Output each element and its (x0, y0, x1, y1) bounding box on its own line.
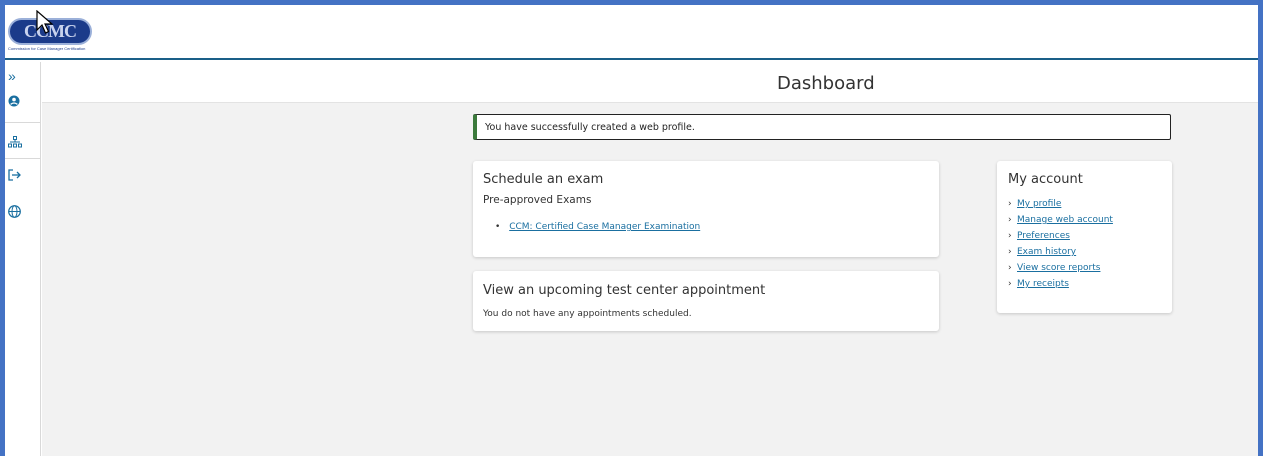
page-title: Dashboard (777, 73, 875, 94)
account-links: › My profile › Manage web account › Prefere… (1008, 196, 1113, 292)
user-icon[interactable] (5, 92, 41, 112)
preferences-link[interactable]: Preferences (1017, 231, 1070, 241)
sidebar-divider (5, 122, 41, 123)
success-alert: You have successfully created a web prof… (473, 114, 1171, 140)
exam-link-ccm[interactable]: CCM: Certified Case Manager Examination (509, 222, 700, 232)
appointment-card: View an upcoming test center appointment… (473, 271, 939, 331)
appointment-message: You do not have any appointments schedul… (483, 309, 692, 319)
card-title: View an upcoming test center appointment (483, 283, 766, 298)
account-link-item: › Exam history (1008, 244, 1113, 260)
exam-history-link[interactable]: Exam history (1017, 247, 1076, 257)
my-receipts-link[interactable]: My receipts (1017, 279, 1069, 289)
bullet: • (495, 222, 501, 232)
my-profile-link[interactable]: My profile (1017, 199, 1061, 209)
alert-message: You have successfully created a web prof… (485, 122, 695, 133)
account-link-item: › Preferences (1008, 228, 1113, 244)
account-link-item: › My receipts (1008, 276, 1113, 292)
view-score-reports-link[interactable]: View score reports (1017, 263, 1100, 273)
account-link-item: › View score reports (1008, 260, 1113, 276)
sidebar: » (5, 62, 41, 456)
chevron-right-icon: › (1008, 215, 1012, 225)
my-account-card: My account › My profile › Manage web accou… (997, 161, 1172, 313)
main-content: Dashboard You have successfully created … (42, 62, 1258, 456)
globe-icon[interactable] (5, 202, 41, 222)
mouse-cursor-icon (36, 10, 54, 34)
logo-subtitle: Commission for Case Manager Certificatio… (8, 46, 86, 51)
top-bar: CCMC Commission for Case Manager Certifi… (5, 5, 1258, 60)
sitemap-icon[interactable] (5, 132, 41, 152)
card-title: Schedule an exam (483, 172, 604, 187)
account-link-item: › My profile (1008, 196, 1113, 212)
account-link-item: › Manage web account (1008, 212, 1113, 228)
sidebar-divider (5, 158, 41, 159)
chevron-right-icon: › (1008, 263, 1012, 273)
expand-sidebar-icon[interactable]: » (5, 66, 41, 86)
list-item: • CCM: Certified Case Manager Examinatio… (495, 222, 700, 232)
schedule-exam-card: Schedule an exam Pre-approved Exams • CC… (473, 161, 939, 257)
card-subtitle: Pre-approved Exams (483, 194, 592, 206)
chevron-right-icon: › (1008, 247, 1012, 257)
chevron-right-icon: › (1008, 279, 1012, 289)
sign-out-icon[interactable] (5, 165, 41, 185)
chevron-right-icon: › (1008, 231, 1012, 241)
manage-web-account-link[interactable]: Manage web account (1017, 215, 1113, 225)
card-title: My account (1008, 172, 1083, 187)
chevron-right-icon: › (1008, 199, 1012, 209)
title-bar: Dashboard (42, 62, 1258, 103)
